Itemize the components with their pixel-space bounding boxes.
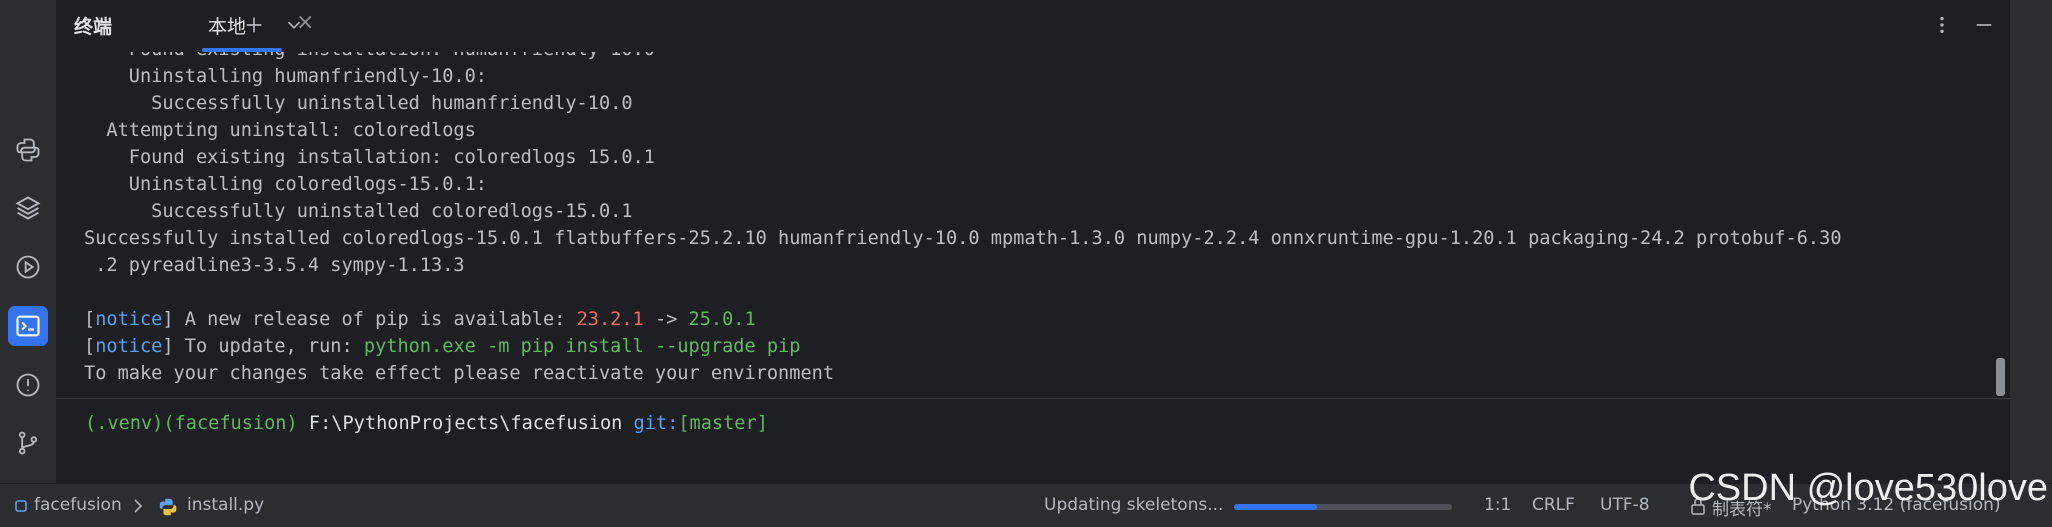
file-encoding[interactable]: UTF-8	[1600, 495, 1650, 515]
terminal-output[interactable]: Found existing installation: humanfriend…	[56, 52, 2010, 398]
bracket: ]	[162, 336, 174, 357]
minimize-icon[interactable]	[1968, 8, 2000, 42]
prompt-path: F:\PythonProjects\facefusion	[297, 413, 634, 434]
output-line: Found existing installation: humanfriend…	[84, 52, 655, 66]
line-separator[interactable]: CRLF	[1532, 495, 1575, 515]
breadcrumb-project[interactable]: facefusion	[34, 495, 122, 515]
background-task-label[interactable]: Updating skeletons...	[1044, 495, 1223, 515]
arrow: ->	[643, 309, 689, 330]
bracket: [	[84, 336, 96, 357]
git-branch: [master]	[678, 413, 768, 434]
notice-line: [notice] To update, run: python.exe -m p…	[84, 336, 800, 363]
run-icon[interactable]	[8, 247, 48, 287]
python-file-icon	[157, 496, 179, 523]
watermark: CSDN @love530love	[1688, 467, 2048, 509]
background-task-progress	[1234, 504, 1452, 510]
panel-title: 终端	[74, 16, 113, 38]
terminal-icon[interactable]	[8, 306, 48, 346]
git-icon[interactable]	[8, 423, 48, 463]
output-line: Found existing installation: coloredlogs…	[84, 147, 655, 168]
scrollbar-thumb[interactable]	[1996, 358, 2005, 396]
venv-label: (.venv)(facefusion)	[85, 413, 298, 434]
output-line: Successfully installed coloredlogs-15.0.…	[84, 228, 1842, 249]
output-line: Successfully uninstalled coloredlogs-15.…	[84, 201, 633, 222]
command-prompt[interactable]: (.venv)(facefusion) F:\PythonProjects\fa…	[85, 413, 768, 434]
chevron-right-icon	[132, 495, 144, 519]
old-version: 23.2.1	[576, 309, 644, 330]
caret-position[interactable]: 1:1	[1484, 495, 1511, 515]
breadcrumb-file[interactable]: install.py	[187, 495, 264, 515]
ide-window: 终端 本地 × Found existing installation: hum…	[0, 0, 2052, 527]
layers-icon[interactable]	[8, 188, 48, 228]
divider	[56, 398, 2010, 399]
output-line: To make your changes take effect please …	[84, 363, 835, 384]
tool-window-bar	[0, 0, 56, 483]
terminal-header: 终端 本地 ×	[56, 0, 2010, 52]
more-vertical-icon[interactable]	[1926, 8, 1958, 42]
bracket: [	[84, 309, 96, 330]
output-line: Uninstalling humanfriendly-10.0:	[84, 66, 487, 87]
output-line: Attempting uninstall: coloredlogs	[84, 120, 476, 141]
upgrade-command: python.exe -m pip install --upgrade pip	[363, 336, 801, 357]
git-label: git:	[633, 413, 679, 434]
output-line: Successfully uninstalled humanfriendly-1…	[84, 93, 633, 114]
output-line: .2 pyreadline3-3.5.4 sympy-1.13.3	[84, 255, 465, 276]
notice-tag: notice	[95, 336, 163, 357]
progress-fill	[1234, 504, 1317, 510]
notice-text: A new release of pip is available:	[173, 309, 577, 330]
new-version: 25.0.1	[688, 309, 756, 330]
plus-icon[interactable]	[238, 8, 270, 42]
bracket: ]	[162, 309, 174, 330]
terminal-panel: 终端 本地 × Found existing installation: hum…	[56, 0, 2010, 483]
project-icon	[14, 498, 28, 518]
notice-text: To update, run:	[173, 336, 364, 357]
notice-line: [notice] A new release of pip is availab…	[84, 309, 756, 336]
notice-tag: notice	[95, 309, 163, 330]
python-console-icon[interactable]	[8, 130, 48, 170]
problems-icon[interactable]	[8, 365, 48, 405]
output-line: Uninstalling coloredlogs-15.0.1:	[84, 174, 487, 195]
chevron-down-icon[interactable]	[278, 8, 310, 42]
